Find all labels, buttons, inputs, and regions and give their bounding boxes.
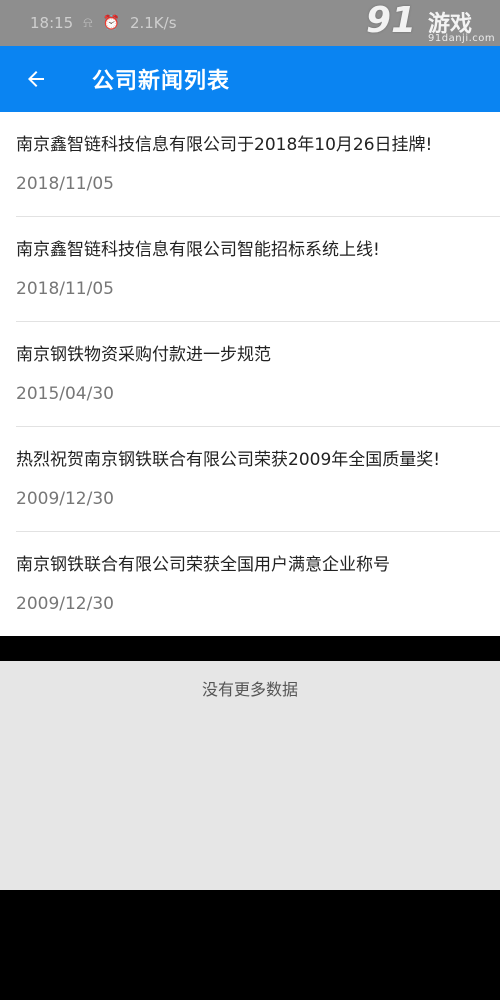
news-list: 南京鑫智链科技信息有限公司于2018年10月26日挂牌! 2018/11/05 … bbox=[0, 112, 500, 636]
news-title: 南京钢铁物资采购付款进一步规范 bbox=[16, 345, 271, 365]
network-speed: 2.1K/s bbox=[129, 14, 177, 32]
alarm-icon: ⏰ bbox=[102, 15, 120, 31]
navigation-bar-area bbox=[0, 890, 500, 1000]
back-button[interactable] bbox=[20, 63, 52, 95]
status-time: 18:15 bbox=[30, 14, 74, 32]
vibrate-icon: ⍾ bbox=[83, 15, 93, 31]
arrow-left-icon bbox=[28, 71, 44, 87]
status-left: 18:15 ⍾ ⏰ 2.1K/s bbox=[30, 14, 177, 32]
news-title: 南京鑫智链科技信息有限公司于2018年10月26日挂牌! bbox=[16, 135, 433, 155]
list-footer: 没有更多数据 bbox=[0, 661, 500, 890]
news-item[interactable]: 热烈祝贺南京钢铁联合有限公司荣获2009年全国质量奖! 2009/12/30 bbox=[0, 427, 500, 531]
watermark-url: 91danji.com bbox=[428, 33, 496, 44]
news-date: 2009/12/30 bbox=[16, 594, 114, 614]
app-bar: 公司新闻列表 bbox=[0, 46, 500, 112]
news-date: 2015/04/30 bbox=[16, 384, 114, 404]
news-date: 2009/12/30 bbox=[16, 489, 114, 509]
news-item[interactable]: 南京钢铁联合有限公司荣获全国用户满意企业称号 2009/12/30 bbox=[0, 532, 500, 636]
page-title: 公司新闻列表 bbox=[92, 69, 231, 94]
no-more-data-text: 没有更多数据 bbox=[201, 680, 298, 699]
watermark-number: 91 bbox=[366, 0, 417, 41]
news-date: 2018/11/05 bbox=[16, 174, 114, 194]
news-item[interactable]: 南京鑫智链科技信息有限公司于2018年10月26日挂牌! 2018/11/05 bbox=[0, 112, 500, 216]
news-title: 热烈祝贺南京钢铁联合有限公司荣获2009年全国质量奖! bbox=[16, 450, 441, 470]
news-title: 南京钢铁联合有限公司荣获全国用户满意企业称号 bbox=[16, 555, 390, 575]
news-item[interactable]: 南京钢铁物资采购付款进一步规范 2015/04/30 bbox=[0, 322, 500, 426]
news-item[interactable]: 南京鑫智链科技信息有限公司智能招标系统上线! 2018/11/05 bbox=[0, 217, 500, 321]
news-title: 南京鑫智链科技信息有限公司智能招标系统上线! bbox=[16, 240, 380, 260]
news-date: 2018/11/05 bbox=[16, 279, 114, 299]
watermark-logo: 91 游戏 91danji.com bbox=[366, 0, 496, 46]
